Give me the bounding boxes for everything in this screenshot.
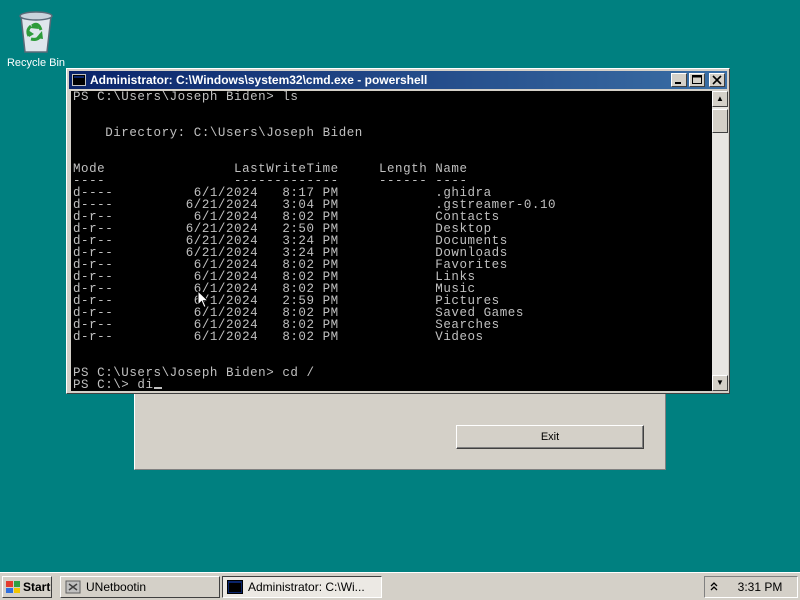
console-icon xyxy=(72,74,86,86)
system-tray: 3:31 PM xyxy=(704,576,798,598)
mouse-pointer-icon xyxy=(197,290,209,309)
command-input[interactable]: di xyxy=(137,378,153,391)
windows-logo-icon xyxy=(6,581,20,593)
console-line: Directory: C:\Users\Joseph Biden xyxy=(105,126,363,140)
console-lines: PS C:\Users\Joseph Biden> ls Directory: … xyxy=(73,91,556,380)
console-title: Administrator: C:\Windows\system32\cmd.e… xyxy=(90,73,428,87)
console-window: Administrator: C:\Windows\system32\cmd.e… xyxy=(66,68,730,394)
console-titlebar[interactable]: Administrator: C:\Windows\system32\cmd.e… xyxy=(69,71,727,89)
console-line: d-r-- 6/1/2024 8:02 PM Videos xyxy=(73,330,484,344)
taskbar-item-label: Administrator: C:\Wi... xyxy=(248,580,365,594)
taskbar-item-label: UNetbootin xyxy=(86,580,147,594)
maximize-icon xyxy=(692,75,702,84)
start-button[interactable]: Start xyxy=(2,576,52,598)
current-prompt: PS C:\> xyxy=(73,378,138,391)
vertical-scrollbar[interactable]: ▲ ▼ xyxy=(712,91,728,391)
taskbar: Start UNetbootin Administrator: C:\Wi...… xyxy=(0,572,800,600)
taskbar-item-unetbootin[interactable]: UNetbootin xyxy=(60,576,220,598)
console-line: PS C:\Users\Joseph Biden> ls xyxy=(73,91,299,104)
recycle-bin-label: Recycle Bin xyxy=(6,57,66,69)
close-button[interactable] xyxy=(709,73,725,87)
console-icon xyxy=(227,580,243,594)
clock[interactable]: 3:31 PM xyxy=(723,580,797,594)
console-output-area[interactable]: PS C:\Users\Joseph Biden> ls Directory: … xyxy=(71,91,712,391)
recycle-bin-shortcut[interactable]: Recycle Bin xyxy=(6,6,66,69)
scroll-thumb[interactable] xyxy=(712,109,728,133)
start-label: Start xyxy=(23,580,51,594)
minimize-button[interactable] xyxy=(671,73,687,87)
exit-button[interactable]: Exit xyxy=(456,425,644,449)
maximize-button[interactable] xyxy=(689,73,705,87)
scroll-down-button[interactable]: ▼ xyxy=(712,375,728,391)
recycle-bin-icon xyxy=(14,6,58,54)
scroll-up-button[interactable]: ▲ xyxy=(712,91,728,107)
taskbar-item-console[interactable]: Administrator: C:\Wi... xyxy=(222,576,382,598)
console-output: PS C:\Users\Joseph Biden> ls Directory: … xyxy=(71,91,712,391)
unetbootin-icon xyxy=(65,580,81,594)
minimize-icon xyxy=(675,82,681,84)
close-icon xyxy=(712,75,722,85)
tray-expand-icon[interactable] xyxy=(705,580,723,595)
text-cursor xyxy=(153,387,162,389)
